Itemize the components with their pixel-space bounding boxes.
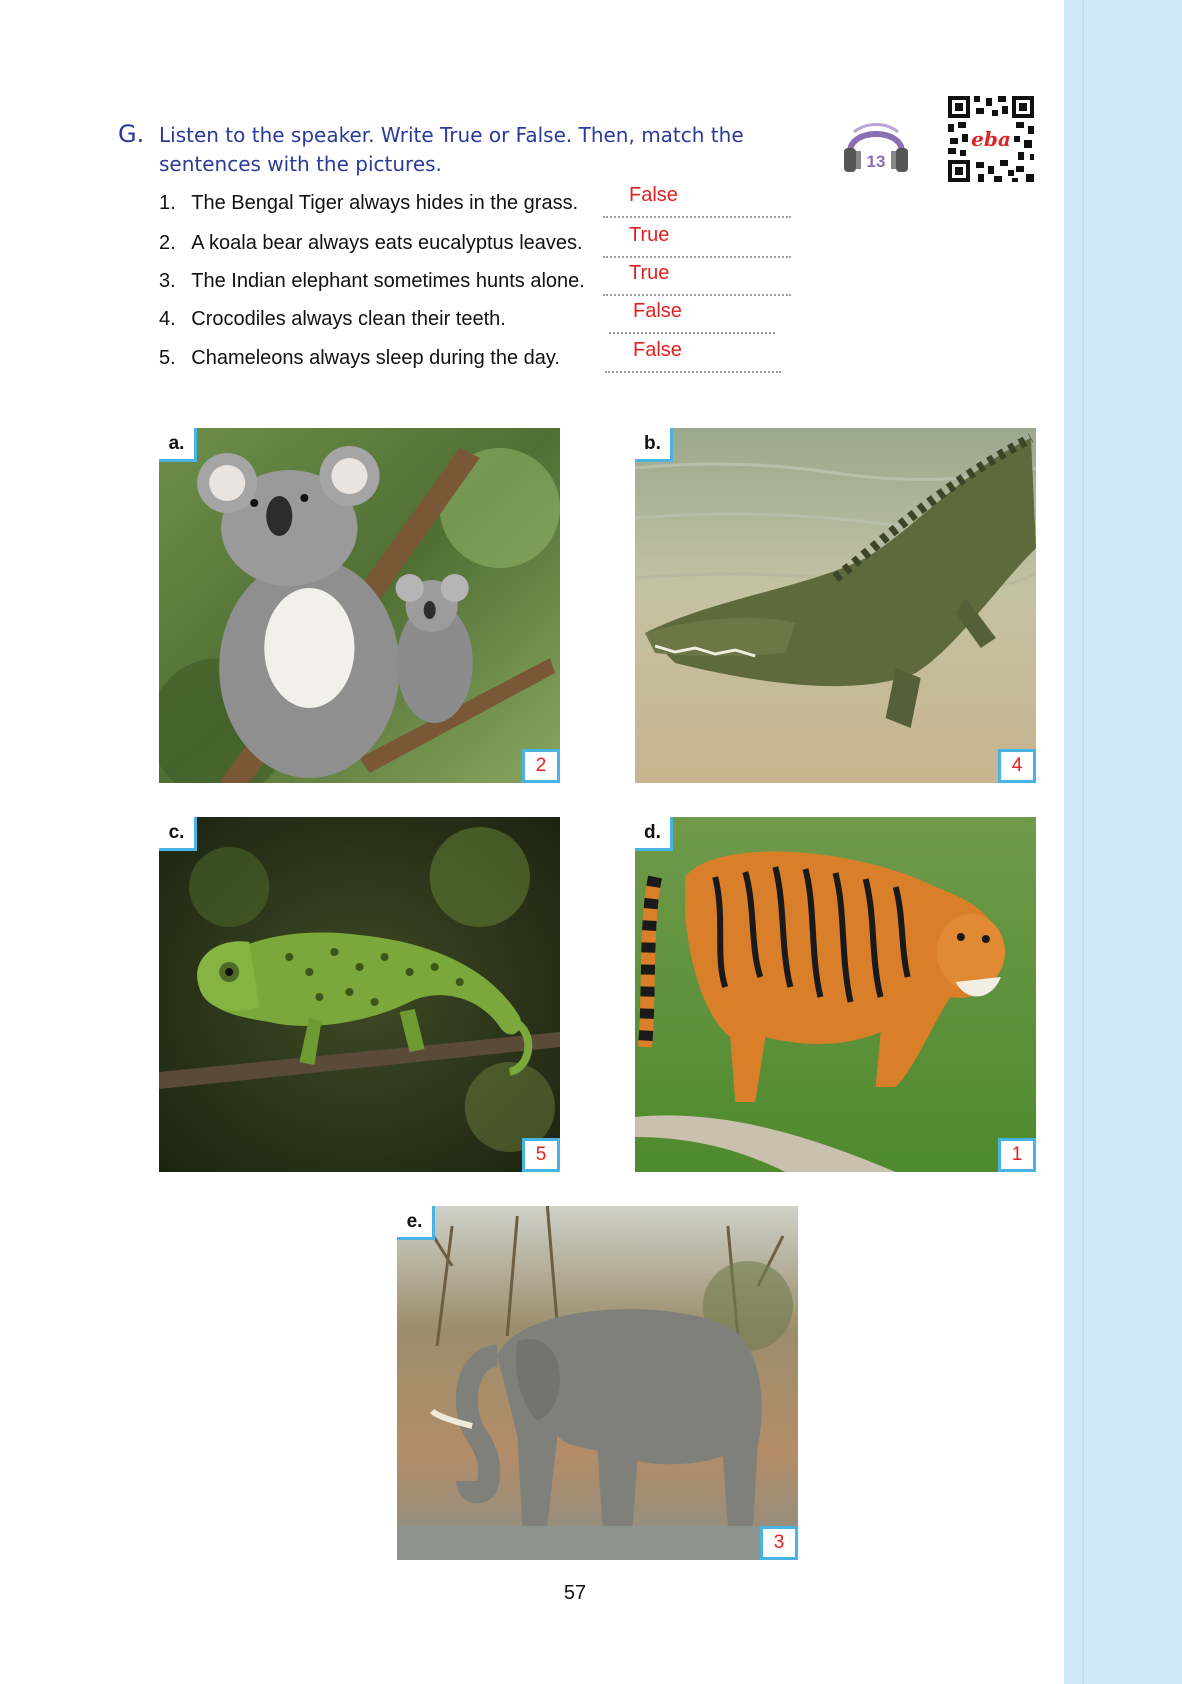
statement-4: 4. Crocodiles always clean their teeth. …	[159, 300, 775, 338]
answer-line[interactable]	[603, 256, 791, 258]
answer-text: True	[629, 262, 670, 284]
tiger-image	[635, 817, 1036, 1172]
answer-text: False	[629, 184, 678, 206]
picture-letter: e.	[397, 1206, 435, 1240]
statement-text: The Bengal Tiger always hides in the gra…	[191, 192, 579, 214]
match-number-box[interactable]: 4	[998, 749, 1036, 783]
match-number-box[interactable]: 3	[760, 1526, 798, 1560]
side-margin-band	[1064, 0, 1182, 1684]
statement-text: Chameleons always sleep during the day.	[191, 347, 560, 369]
answer-text: True	[629, 224, 670, 246]
statement-1: 1. The Bengal Tiger always hides in the …	[159, 184, 791, 222]
statement-2: 2. A koala bear always eats eucalyptus l…	[159, 224, 791, 262]
match-number-box[interactable]: 2	[522, 749, 560, 783]
elephant-image	[397, 1206, 798, 1560]
side-margin-stripe	[1082, 0, 1084, 1684]
qr-code[interactable]: eba	[946, 94, 1036, 184]
koala-image	[159, 428, 560, 783]
statement-text: A koala bear always eats eucalyptus leav…	[191, 232, 583, 254]
crocodile-image	[635, 428, 1036, 783]
statement-number: 1.	[159, 192, 176, 214]
statement-text: Crocodiles always clean their teeth.	[191, 308, 506, 330]
picture-d-tiger: d. 1	[635, 817, 1036, 1172]
answer-line[interactable]	[605, 371, 781, 373]
match-number-box[interactable]: 5	[522, 1138, 560, 1172]
picture-letter: b.	[635, 428, 673, 462]
exercise-letter: G.	[118, 120, 145, 148]
answer-text: False	[633, 339, 682, 361]
answer-line[interactable]	[603, 294, 791, 296]
statement-number: 5.	[159, 347, 176, 369]
exercise-instructions: Listen to the speaker. Write True or Fal…	[159, 123, 744, 176]
match-number-box[interactable]: 1	[998, 1138, 1036, 1172]
audio-track-button[interactable]: 13	[840, 118, 912, 176]
statement-5: 5. Chameleons always sleep during the da…	[159, 339, 781, 377]
picture-e-elephant: e. 3	[397, 1206, 798, 1560]
answer-line[interactable]	[609, 332, 775, 334]
statement-number: 4.	[159, 308, 176, 330]
picture-letter: c.	[159, 817, 197, 851]
picture-a-koala: a. 2	[159, 428, 560, 783]
statement-3: 3. The Indian elephant sometimes hunts a…	[159, 262, 791, 300]
qr-code-icon: eba	[946, 94, 1036, 184]
qr-brand-label: eba	[971, 127, 1011, 151]
chameleon-image	[159, 817, 560, 1172]
statement-text: The Indian elephant sometimes hunts alon…	[191, 270, 585, 292]
answer-line[interactable]	[603, 216, 791, 218]
picture-b-crocodile: b. 4	[635, 428, 1036, 783]
headphones-icon: 13	[844, 123, 908, 172]
statement-number: 3.	[159, 270, 176, 292]
statement-number: 2.	[159, 232, 176, 254]
answer-text: False	[633, 300, 682, 322]
picture-letter: a.	[159, 428, 197, 462]
audio-track-number: 13	[867, 152, 886, 171]
page-number: 57	[563, 1582, 587, 1604]
picture-letter: d.	[635, 817, 673, 851]
picture-c-chameleon: c. 5	[159, 817, 560, 1172]
